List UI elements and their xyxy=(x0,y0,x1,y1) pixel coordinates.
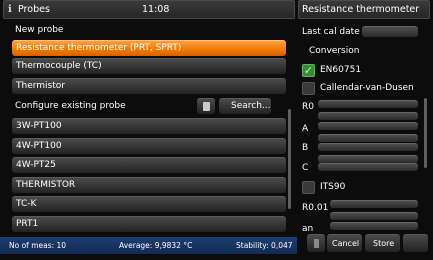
configure-existing-label: Configure existing probe xyxy=(15,101,126,111)
cancel-button[interactable]: Cancel xyxy=(327,234,362,252)
new-probe-label: New probe xyxy=(15,25,64,35)
its90-label: ITS90 xyxy=(320,182,346,192)
last-cal-date-field[interactable] xyxy=(362,26,418,37)
its90-checkbox[interactable] xyxy=(302,181,315,194)
status-bar: No of meas: 10 Average: 9,9832 °C Stabil… xyxy=(0,237,297,254)
an-field[interactable] xyxy=(330,222,418,230)
r0-field[interactable] xyxy=(318,100,418,108)
c-field[interactable] xyxy=(318,163,418,171)
c-label: C xyxy=(302,163,309,173)
store-button[interactable]: Store xyxy=(365,234,400,252)
average-value: Average: 9,9832 °C xyxy=(119,241,193,250)
existing-probe-item[interactable]: 3W-PT100 xyxy=(12,118,286,134)
an-label: an xyxy=(302,224,314,234)
r001-field[interactable] xyxy=(330,200,418,208)
conversion-label: Conversion xyxy=(309,46,360,56)
probe-type-1[interactable]: Thermocouple (TC) xyxy=(12,58,286,74)
check-icon: ✓ xyxy=(303,64,314,77)
stability-value: Stability: 0,047 xyxy=(236,241,293,250)
right-panel-title: Resistance thermometer xyxy=(302,4,420,15)
a-field-lower[interactable] xyxy=(318,134,418,142)
page-title: Probes xyxy=(18,4,50,15)
existing-probe-label: 4W-PT100 xyxy=(16,140,62,151)
probe-type-label: Resistance thermometer (PRT, SPRT) xyxy=(16,43,182,53)
en60751-label: EN60751 xyxy=(320,65,362,75)
store-button-label: Store xyxy=(373,239,395,248)
existing-probe-label: PRT1 xyxy=(16,218,39,229)
existing-probe-label: 4W-PT25 xyxy=(16,160,56,170)
trash-icon xyxy=(202,102,210,111)
existing-probe-label: 3W-PT100 xyxy=(16,121,62,131)
left-scrollbar[interactable] xyxy=(288,109,291,209)
b-label: B xyxy=(302,143,309,153)
probe-type-0[interactable]: Resistance thermometer (PRT, SPRT) xyxy=(12,40,286,56)
a-field[interactable] xyxy=(318,122,418,130)
existing-probe-item[interactable]: 4W-PT100 xyxy=(12,137,286,154)
r0-label: R0 xyxy=(302,102,314,112)
menu-icon xyxy=(313,239,319,248)
existing-probe-item[interactable]: THERMISTOR xyxy=(12,176,286,193)
menu-button[interactable] xyxy=(307,234,325,252)
search-button-label: Search... xyxy=(231,101,271,111)
b-field-lower[interactable] xyxy=(318,155,418,163)
existing-probe-item[interactable]: TC-K xyxy=(12,196,286,212)
existing-probe-label: THERMISTOR xyxy=(16,179,76,190)
blank-button[interactable] xyxy=(403,234,428,252)
probe-type-label: Thermistor xyxy=(16,81,65,91)
existing-probe-item[interactable]: 4W-PT25 xyxy=(12,157,286,173)
r0-field-lower[interactable] xyxy=(318,112,418,120)
probes-header: ℹ Probes 11:08 xyxy=(3,0,295,19)
clock-time: 11:08 xyxy=(142,4,170,15)
cancel-button-label: Cancel xyxy=(332,239,360,248)
cvd-checkbox[interactable] xyxy=(302,82,315,95)
a-label: A xyxy=(302,124,309,134)
probe-type-label: Thermocouple (TC) xyxy=(16,61,102,71)
trash-button[interactable] xyxy=(197,98,215,114)
existing-probe-item[interactable]: PRT1 xyxy=(12,215,286,232)
probe-type-2[interactable]: Thermistor xyxy=(12,78,286,94)
meas-count: No of meas: 10 xyxy=(9,241,67,250)
r001-label: R0.01 xyxy=(302,203,329,213)
right-scrollbar[interactable] xyxy=(424,98,427,168)
resistance-thermometer-header: Resistance thermometer xyxy=(298,0,430,19)
cvd-label: Callendar-van-Dusen xyxy=(320,83,414,93)
existing-probe-label: TC-K xyxy=(16,199,37,209)
last-cal-date-label: Last cal date xyxy=(302,27,360,37)
b-field[interactable] xyxy=(318,143,418,151)
info-icon: ℹ xyxy=(8,4,12,15)
search-button[interactable]: Search... xyxy=(219,98,271,114)
r001-field-lower[interactable] xyxy=(330,212,418,220)
en60751-checkbox[interactable]: ✓ xyxy=(302,64,315,77)
